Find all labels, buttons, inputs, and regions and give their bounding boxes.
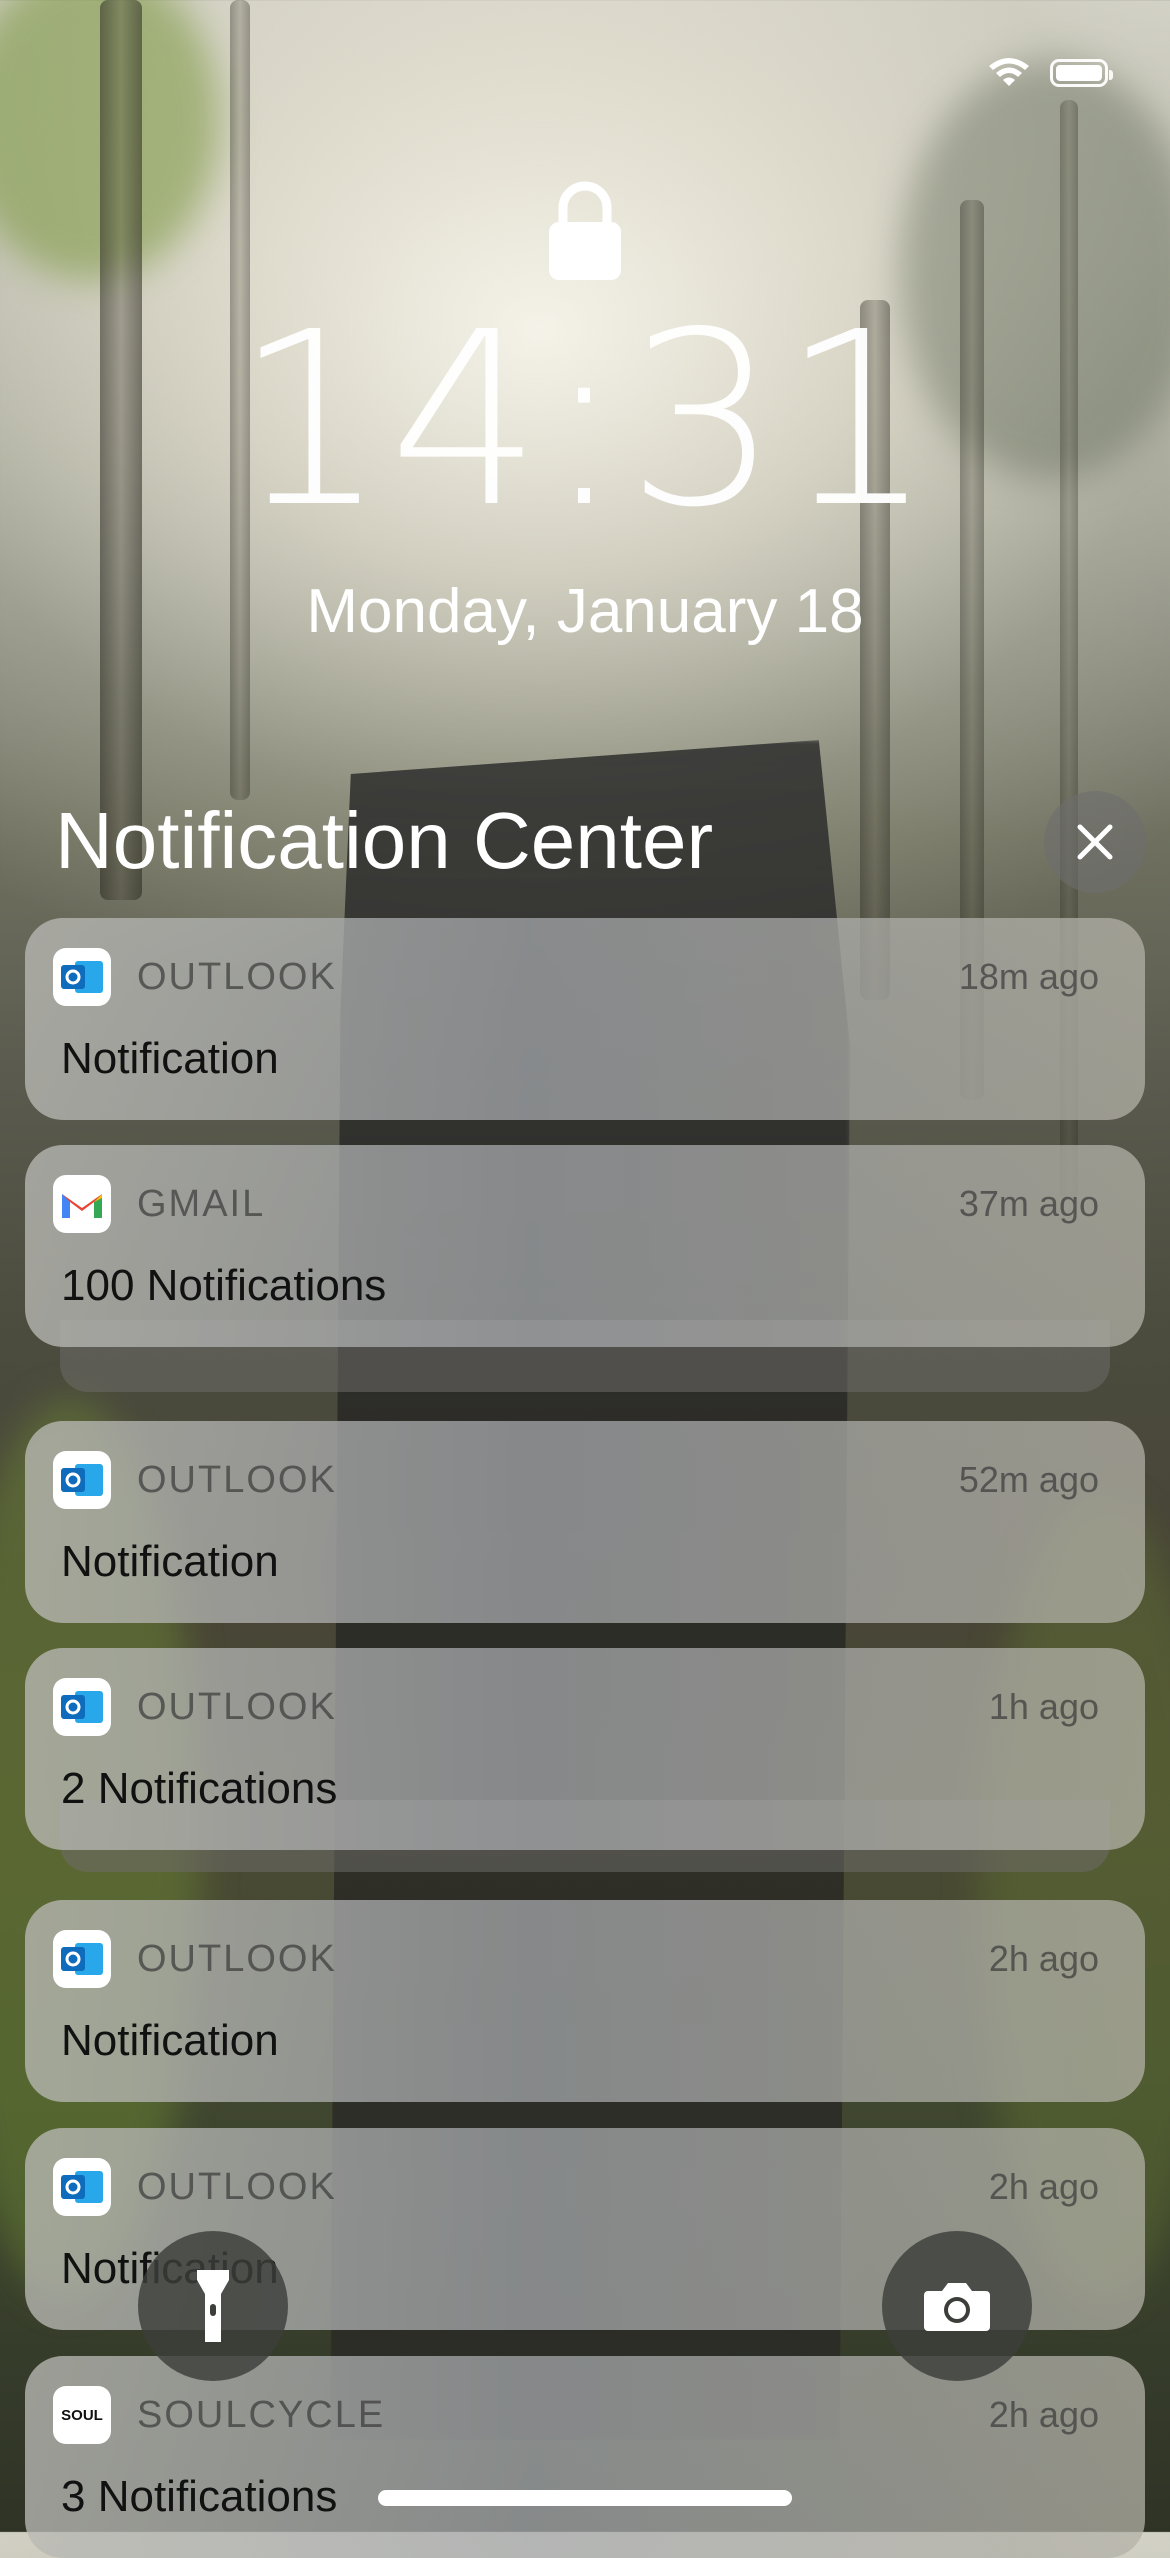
app-name: OUTLOOK (137, 1459, 337, 1501)
flashlight-button[interactable] (138, 2231, 288, 2381)
outlook-icon (53, 1451, 111, 1509)
outlook-icon (53, 2158, 111, 2216)
notification-card[interactable]: SOUL SOULCYCLE 2h ago 3 Notifications (25, 2356, 1145, 2558)
outlook-icon (53, 1678, 111, 1736)
status-bar (986, 56, 1113, 90)
notification-body: Notification (61, 2016, 279, 2065)
notification-time: 2h ago (988, 2394, 1099, 2435)
app-name: OUTLOOK (137, 1938, 337, 1980)
notification-card[interactable]: OUTLOOK 1h ago 2 Notifications (25, 1648, 1145, 1850)
close-icon (1077, 824, 1113, 860)
notification-time: 52m ago (958, 1459, 1099, 1500)
camera-icon (924, 2283, 990, 2331)
notification-card[interactable]: OUTLOOK 18m ago Notification (25, 918, 1145, 1120)
notification-time: 1h ago (988, 1686, 1099, 1727)
notification-time: 18m ago (958, 956, 1099, 997)
notification-center-title: Notification Center (55, 796, 714, 885)
flashlight-icon (197, 2270, 229, 2342)
app-name: OUTLOOK (137, 1686, 337, 1728)
battery-icon (1050, 59, 1113, 87)
notification-body: 100 Notifications (61, 1261, 387, 1310)
clear-notifications-button[interactable] (1044, 791, 1146, 893)
app-name: OUTLOOK (137, 956, 337, 998)
notification-card[interactable]: OUTLOOK 2h ago Notification (25, 1900, 1145, 2102)
outlook-icon (53, 1930, 111, 1988)
lock-icon (549, 181, 621, 280)
notification-body: 3 Notifications (61, 2472, 338, 2521)
notification-body: Notification (61, 1034, 279, 1083)
outlook-icon (53, 948, 111, 1006)
wifi-icon (989, 58, 1029, 86)
soulcycle-logo-text: SOUL (61, 2406, 103, 2424)
notification-body: Notification (61, 1537, 279, 1586)
notification-time: 37m ago (958, 1183, 1099, 1224)
gmail-icon (53, 1175, 111, 1233)
camera-button[interactable] (882, 2231, 1032, 2381)
app-name: GMAIL (137, 1183, 266, 1225)
app-name: OUTLOOK (137, 2166, 337, 2208)
notification-time: 2h ago (988, 2166, 1099, 2207)
notification-body: 2 Notifications (61, 1764, 338, 1813)
home-indicator[interactable] (378, 2490, 792, 2506)
notification-card[interactable]: OUTLOOK 52m ago Notification (25, 1421, 1145, 1623)
notification-time: 2h ago (988, 1938, 1099, 1979)
notification-card[interactable]: GMAIL 37m ago 100 Notifications (25, 1145, 1145, 1347)
app-name: SOULCYCLE (137, 2394, 386, 2436)
lock-screen-time: 14:31 (234, 280, 936, 560)
soulcycle-icon: SOUL (53, 2386, 111, 2444)
lock-screen-date: Monday, January 18 (306, 577, 864, 646)
